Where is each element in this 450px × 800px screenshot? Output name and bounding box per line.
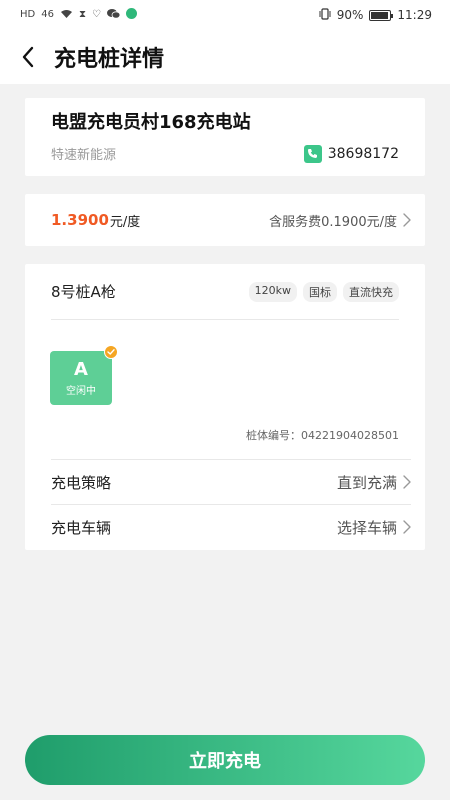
charge-vehicle-row[interactable]: 充电车辆 选择车辆 <box>51 504 411 549</box>
hourglass-icon: ⧗ <box>78 9 86 20</box>
app-icon <box>125 8 137 22</box>
service-fee: 含服务费0.1900元/度 <box>269 214 397 230</box>
status-right: 90% 11:29 <box>319 7 432 23</box>
chevron-right-icon <box>403 213 411 227</box>
tag-power: 120kw <box>248 281 297 302</box>
vehicle-value: 选择车辆 <box>336 518 397 537</box>
gun-status: 空闲中 <box>66 385 96 397</box>
chevron-left-icon <box>22 46 34 68</box>
status-bar: HD 46 ⧗ ♡ 90% 11:29 <box>0 0 450 30</box>
strategy-label: 充电策略 <box>51 473 112 492</box>
wifi-icon <box>60 9 73 22</box>
pile-header: 8号桩A枪 120kw 国标 直流快充 <box>51 264 399 320</box>
battery-percent: 90% <box>336 8 364 22</box>
battery-icon <box>369 9 394 21</box>
pile-name: 8号桩A枪 <box>51 283 116 301</box>
gun-option-a[interactable]: A 空闲中 <box>50 345 118 405</box>
operator-name: 特速新能源 <box>51 148 117 163</box>
heart-icon: ♡ <box>92 9 101 20</box>
phone-link[interactable]: 38698172 <box>303 144 399 163</box>
charge-strategy-row[interactable]: 充电策略 直到充满 <box>51 459 411 504</box>
chevron-right-icon <box>403 475 411 489</box>
app-header: 充电桩详情 <box>0 30 450 84</box>
pile-tags: 120kw 国标 直流快充 <box>248 281 399 302</box>
gun-letter: A <box>74 358 88 380</box>
page-title: 充电桩详情 <box>54 47 165 72</box>
hd-icon: HD <box>20 9 36 20</box>
phone-icon <box>303 144 322 163</box>
charge-now-button[interactable]: 立即充电 <box>25 735 425 785</box>
price-value: 1.3900 <box>51 211 109 229</box>
pile-card: 8号桩A枪 120kw 国标 直流快充 A 空闲中 桩体编号：042219040… <box>25 264 425 550</box>
back-button[interactable] <box>0 30 56 84</box>
station-name: 电盟充电员村168充电站 <box>51 112 251 133</box>
station-card: 电盟充电员村168充电站 特速新能源 38698172 <box>25 98 425 176</box>
tag-standard: 国标 <box>303 281 337 302</box>
check-icon <box>104 345 118 359</box>
vibrate-icon <box>319 7 331 23</box>
chevron-right-icon <box>403 520 411 534</box>
wechat-icon <box>106 8 121 22</box>
pile-code: 桩体编号：04221904028501 <box>246 429 399 442</box>
tag-type: 直流快充 <box>343 281 399 302</box>
clock: 11:29 <box>397 8 432 22</box>
price-card[interactable]: 1.3900 元/度 含服务费0.1900元/度 <box>25 194 425 246</box>
station-info-row: 特速新能源 38698172 <box>51 144 399 163</box>
phone-number: 38698172 <box>327 145 399 162</box>
signal-icon: 46 <box>41 9 54 20</box>
strategy-value: 直到充满 <box>336 473 397 492</box>
price-unit: 元/度 <box>109 214 141 230</box>
status-icons: HD 46 ⧗ ♡ <box>20 8 137 22</box>
vehicle-label: 充电车辆 <box>51 518 112 537</box>
